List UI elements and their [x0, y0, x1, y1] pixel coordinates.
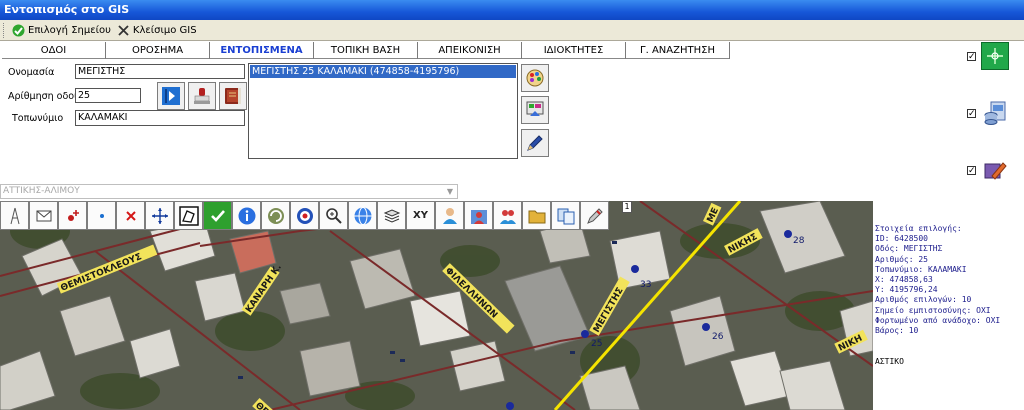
house-number: 25 — [591, 339, 602, 349]
house-number: 28 — [793, 236, 805, 246]
tab-local-base[interactable]: ΤΟΠΙΚΗ ΒΑΣΗ — [314, 42, 418, 59]
gis-map[interactable]: ΘΕΜΙΣΤΟΚΛΕΟΥΣ ΚΑΝΑΡΗ Κ. ΦΙΛΕΛΛΗΝΩΝ ΜΕΓΙΣ… — [0, 201, 873, 410]
add-point-icon[interactable] — [58, 201, 87, 230]
door-icon — [162, 87, 180, 105]
database-icon — [984, 101, 1006, 125]
map-user-icon[interactable] — [464, 201, 493, 230]
main-toolbar: Επιλογή Σημείου Κλείσιμο GIS — [0, 20, 1024, 41]
stamp-button[interactable] — [188, 82, 216, 110]
users-icon[interactable] — [493, 201, 522, 230]
delete-icon[interactable] — [116, 201, 145, 230]
layer-checkbox-3[interactable]: ✓ — [967, 166, 976, 175]
name-field[interactable]: ΜΕΓΙΣΤΗΣ — [75, 64, 245, 79]
toolbar-grip[interactable] — [3, 22, 6, 38]
pencil-icon — [527, 135, 543, 151]
edit-layer-icon — [984, 162, 1007, 180]
target-icon[interactable] — [290, 201, 319, 230]
edit-layer-button[interactable] — [981, 157, 1009, 185]
gis-locate-window: Εντοπισμός στο GIS Επιλογή Σημείου Κλείσ… — [0, 0, 1024, 410]
close-gis-label: Κλείσιμο GIS — [132, 24, 197, 36]
tab-located[interactable]: ΕΝΤΟΠΙΣΜΕΝΑ — [210, 42, 314, 59]
globe-icon[interactable] — [348, 201, 377, 230]
copy-icon[interactable] — [551, 201, 580, 230]
open-door-button[interactable] — [157, 82, 185, 110]
pen-icon[interactable] — [580, 201, 609, 230]
polygon-select-icon[interactable] — [174, 201, 203, 230]
tab-display[interactable]: ΑΠΕΙΚΟΝΙΣΗ — [418, 42, 522, 59]
street-number-field[interactable]: 25 — [75, 88, 141, 103]
stamp-icon — [194, 88, 210, 104]
chevron-down-icon[interactable]: ▼ — [443, 185, 457, 198]
layer-checkbox-2[interactable]: ✓ — [967, 109, 976, 118]
house-number: 26 — [712, 332, 724, 342]
select-point-button[interactable]: Επιλογή Σημείου — [9, 21, 114, 40]
info-place: Τοπωνύμιο: ΚΑΛΑΜΑΚΙ — [875, 264, 967, 274]
name-label: Ονομασία — [8, 67, 55, 78]
zone-type: ΑΣΤΙΚΟ — [875, 357, 904, 366]
xy-coordinates-button[interactable]: XY — [406, 201, 435, 230]
check-icon — [12, 24, 25, 37]
database-button[interactable] — [981, 99, 1009, 127]
address-point — [631, 265, 639, 273]
info-trust-point: Σημείο εμπιστοσύνης: ΟΧΙ — [875, 305, 991, 315]
info-y: Y: 4195796,24 — [875, 285, 938, 295]
info-weight: Βάρος: 10 — [875, 326, 919, 336]
palette-icon — [526, 69, 544, 87]
envelope-icon[interactable] — [29, 201, 58, 230]
close-gis-button[interactable]: Κλείσιμο GIS — [114, 21, 200, 40]
selection-info-panel: Στοιχεία επιλογής: ID: 6428500 Οδός: ΜΕΓ… — [875, 224, 1024, 336]
address-point — [506, 402, 514, 410]
satellite-image: ΘΕΜΙΣΤΟΚΛΕΟΥΣ ΚΑΝΑΡΗ Κ. ΦΙΛΕΛΛΗΝΩΝ ΜΕΓΙΣ… — [0, 201, 873, 410]
house-number: 33 — [640, 280, 651, 290]
map-view-button[interactable] — [521, 96, 549, 124]
address-point — [702, 323, 710, 331]
address-point — [784, 230, 792, 238]
map-selection-count: 1 — [622, 201, 632, 213]
pan-icon[interactable] — [145, 201, 174, 230]
info-x: X: 474858,63 — [875, 275, 933, 285]
info-heading: Στοιχεία επιλογής: — [875, 224, 962, 233]
folder-icon[interactable] — [522, 201, 551, 230]
user-icon[interactable] — [435, 201, 464, 230]
point-icon[interactable] — [87, 201, 116, 230]
place-name-label: Τοπωνύμιο — [12, 113, 64, 124]
tab-general-search[interactable]: Γ. ΑΝΑΖΗΤΗΣΗ — [626, 42, 730, 59]
map-view-icon — [526, 101, 544, 116]
map-toolbar: XY — [0, 201, 609, 231]
tab-owners[interactable]: ΙΔΙΟΚΤΗΤΕΣ — [522, 42, 626, 59]
zoom-icon[interactable] — [319, 201, 348, 230]
tab-roads[interactable]: ΟΔΟΙ — [2, 42, 106, 59]
layers-icon[interactable] — [377, 201, 406, 230]
check-icon[interactable] — [203, 201, 232, 230]
tab-landmarks[interactable]: ΟΡΟΣΗΜΑ — [106, 42, 210, 59]
book-icon — [225, 88, 241, 104]
colors-button[interactable] — [521, 64, 549, 92]
info-id: ID: 6428500 — [875, 234, 928, 244]
street-number-label: Αρίθμηση οδού — [8, 91, 80, 102]
tab-strip: ΟΔΟΙ ΟΡΟΣΗΜΑ ΕΝΤΟΠΙΣΜΕΝΑ ΤΟΠΙΚΗ ΒΑΣΗ ΑΠΕ… — [2, 42, 730, 59]
crosshair-icon — [987, 48, 1003, 64]
info-icon[interactable] — [232, 201, 261, 230]
close-icon — [117, 24, 130, 37]
municipality-combo-value: ΑΤΤΙΚΗΣ-ΑΛΙΜΟΥ — [3, 186, 80, 196]
gps-button[interactable] — [981, 42, 1009, 70]
list-item[interactable]: ΜΕΓΙΣΤΗΣ 25 ΚΑΛΑΜΑΚΙ (474858-4195796) — [250, 65, 516, 78]
compass-icon[interactable] — [0, 201, 29, 230]
pen-button[interactable] — [521, 129, 549, 157]
refresh-icon[interactable] — [261, 201, 290, 230]
layer-checkbox-1[interactable]: ✓ — [967, 52, 976, 61]
results-list[interactable]: ΜΕΓΙΣΤΗΣ 25 ΚΑΛΑΜΑΚΙ (474858-4195796) — [248, 63, 518, 159]
info-number: Αριθμός: 25 — [875, 254, 928, 264]
info-contractor-loaded: Φορτωμένο από ανάδοχο: ΟΧΙ — [875, 315, 1001, 325]
municipality-combo[interactable]: ΑΤΤΙΚΗΣ-ΑΛΙΜΟΥ ▼ — [0, 184, 458, 199]
book-button[interactable] — [219, 82, 247, 110]
address-point — [581, 330, 589, 338]
info-selection-count: Αριθμός επιλογών: 10 — [875, 295, 972, 305]
window-title: Εντοπισμός στο GIS — [0, 0, 1024, 20]
info-street: Οδός: ΜΕΓΙΣΤΗΣ — [875, 244, 943, 254]
place-name-field[interactable]: ΚΑΛΑΜΑΚΙ — [75, 110, 245, 126]
select-point-label: Επιλογή Σημείου — [28, 24, 111, 36]
